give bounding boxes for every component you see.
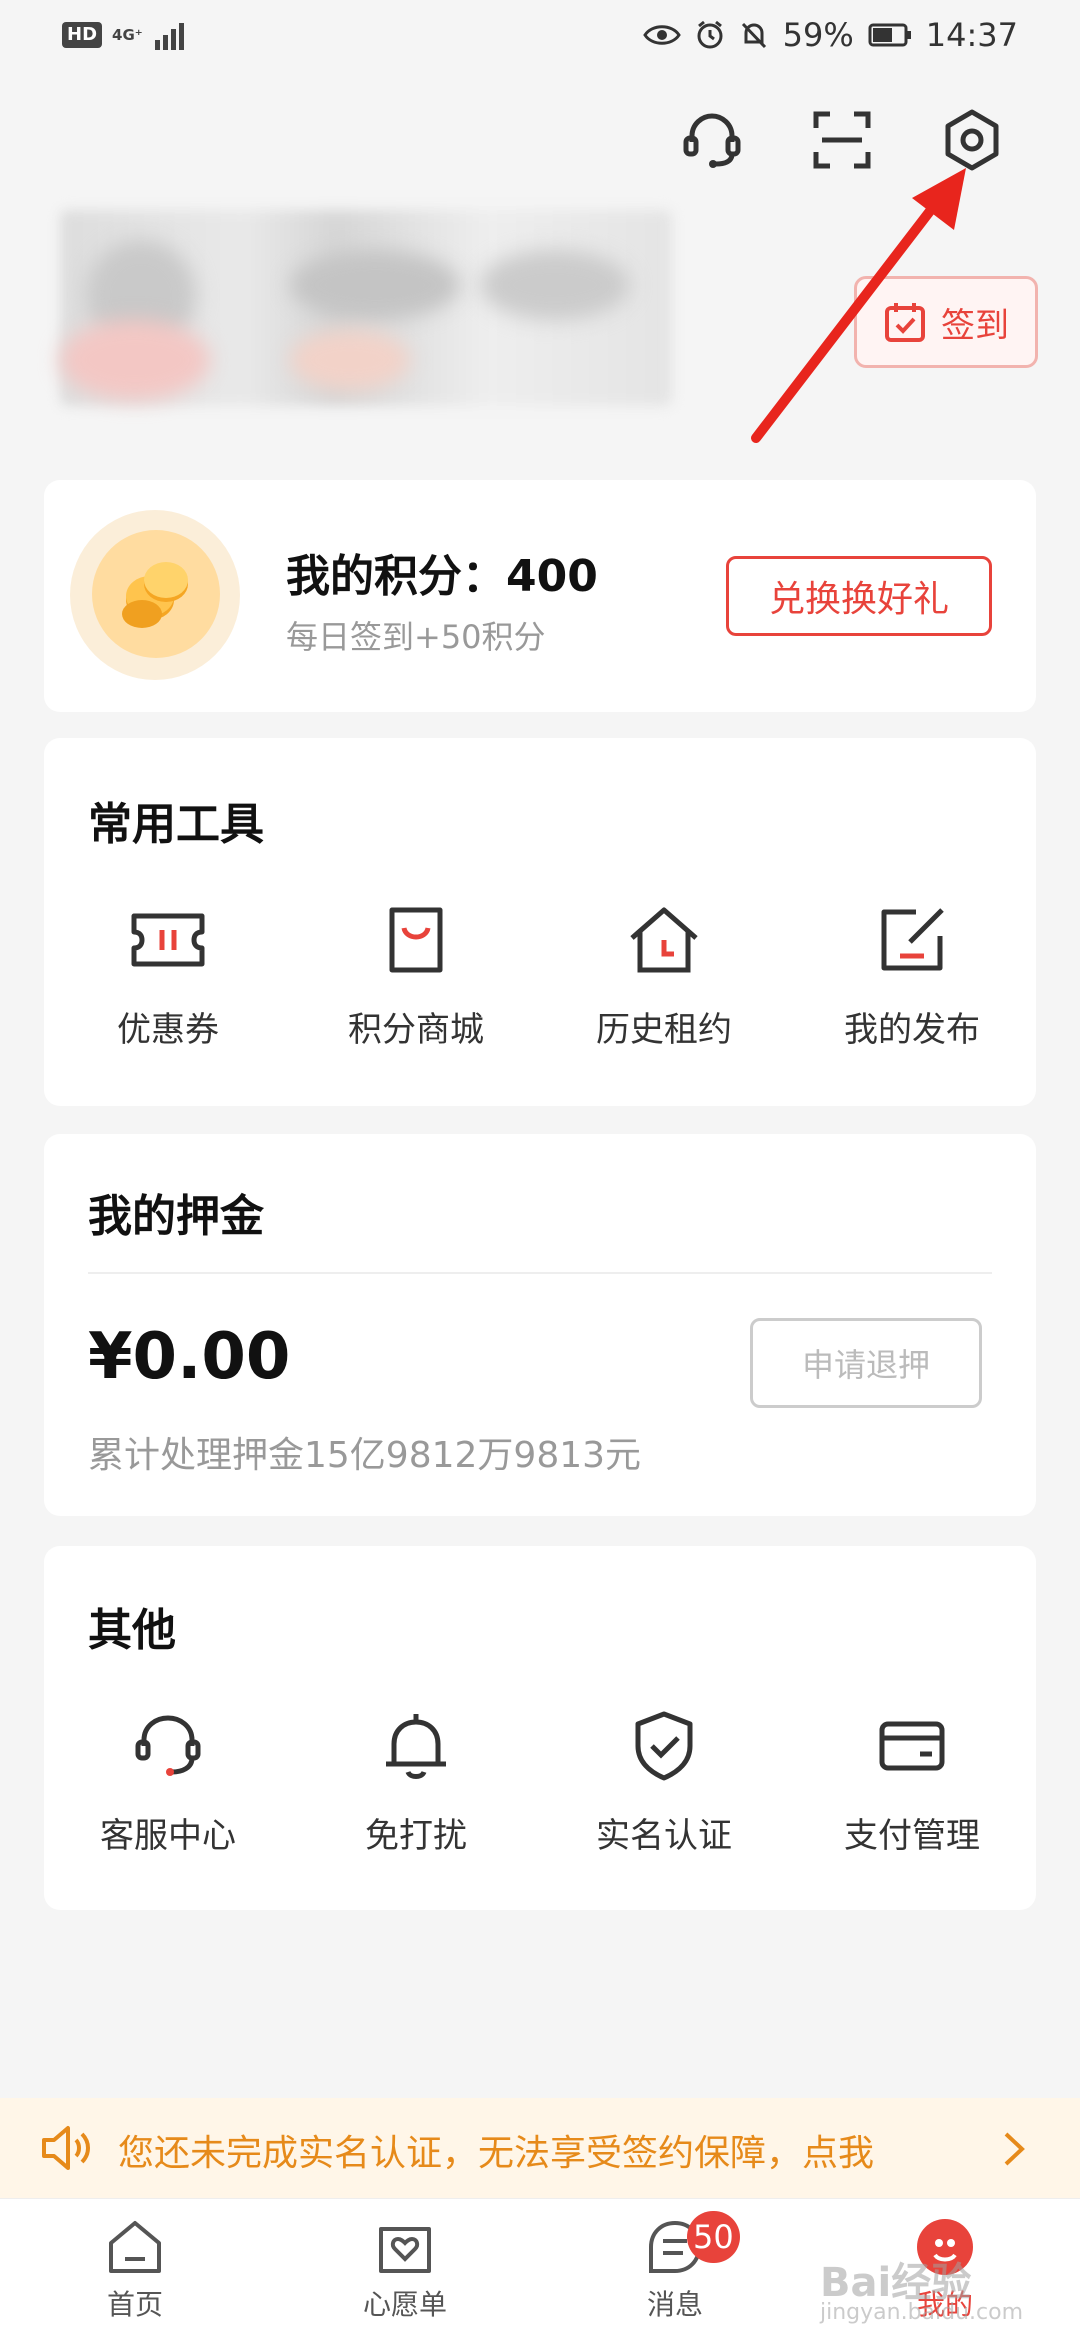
message-badge: 50 — [687, 2211, 740, 2263]
name-blur — [290, 250, 460, 320]
tool-label: 优惠券 — [117, 1010, 219, 1050]
other-label: 实名认证 — [596, 1816, 732, 1856]
other-label: 免打扰 — [365, 1816, 467, 1856]
tab-label: 首页 — [106, 2288, 163, 2321]
support-button[interactable] — [680, 108, 744, 172]
other-customer-service[interactable]: 客服中心 — [44, 1706, 292, 1857]
other-id-verification[interactable]: 实名认证 — [540, 1706, 788, 1857]
edit-icon — [881, 908, 944, 971]
tab-label: 心愿单 — [362, 2288, 447, 2321]
network-label: 4G⁺ — [112, 26, 143, 44]
coin-icon — [92, 530, 220, 658]
hd-badge: HD — [62, 22, 103, 48]
headset-icon — [135, 1715, 201, 1776]
points-title: 我的积分：400 — [286, 551, 598, 602]
headset-icon — [683, 113, 741, 168]
tool-label: 积分商城 — [348, 1010, 484, 1050]
battery-percent: 59% — [782, 16, 854, 54]
tool-my-posts[interactable]: 我的发布 — [788, 900, 1036, 1051]
refund-button[interactable]: 申请退押 — [750, 1318, 982, 1408]
status-bar: HD 4G⁺ 59% 14:37 — [0, 0, 1080, 72]
other-card: 其他 客服中心 免打扰 实名认证 支付管理 — [44, 1546, 1036, 1910]
avatar-blur-tint — [60, 320, 210, 400]
deposit-amount: ¥0.00 — [88, 1320, 291, 1394]
points-card: 我的积分：400 每日签到+50积分 兑换换好礼 — [44, 480, 1036, 712]
deposit-note: 累计处理押金15亿9812万9813元 — [88, 1435, 642, 1476]
tab-wishlist[interactable]: 心愿单 — [305, 2199, 505, 2323]
other-grid: 客服中心 免打扰 实名认证 支付管理 — [44, 1706, 1036, 1857]
signal-icon — [154, 23, 184, 50]
chevron-right-icon — [1004, 2132, 1025, 2166]
tool-coupon[interactable]: 优惠券 — [44, 900, 292, 1051]
tool-lease-history[interactable]: 历史租约 — [540, 900, 788, 1051]
other-do-not-disturb[interactable]: 免打扰 — [292, 1706, 540, 1857]
battery-icon — [868, 23, 911, 47]
mute-bell-icon — [741, 22, 766, 49]
tab-label: 消息 — [646, 2288, 703, 2321]
deposit-title: 我的押金 — [88, 1191, 264, 1242]
status-right: 59% 14:37 — [642, 16, 1018, 54]
other-title: 其他 — [88, 1605, 176, 1656]
home-icon — [109, 2221, 161, 2273]
notice-bar[interactable]: 您还未完成实名认证，无法享受签约保障，点我 — [0, 2098, 1080, 2198]
points-subtitle: 每日签到+50积分 — [286, 618, 546, 656]
other-label: 客服中心 — [100, 1816, 236, 1856]
tools-grid: 优惠券 积分商城 历史租约 我的发布 — [44, 900, 1036, 1051]
deposit-card: 我的押金 ¥0.00 累计处理押金15亿9812万9813元 申请退押 — [44, 1134, 1036, 1516]
tools-card: 常用工具 优惠券 积分商城 历史租约 我的发布 — [44, 738, 1036, 1106]
annotation-arrow — [751, 168, 966, 443]
name-blur-2 — [480, 250, 630, 320]
tools-title: 常用工具 — [88, 799, 264, 850]
tool-label: 历史租约 — [596, 1010, 732, 1050]
shield-check-icon — [635, 1711, 693, 1781]
tab-home[interactable]: 首页 — [35, 2199, 235, 2323]
tool-label: 我的发布 — [844, 1010, 980, 1050]
status-left: HD 4G⁺ — [62, 20, 193, 50]
watermark-sub: jingyan.baidu.com — [820, 2300, 1024, 2325]
tool-points-mall[interactable]: 积分商城 — [292, 900, 540, 1051]
wishlist-icon — [379, 2227, 431, 2273]
house-clock-icon — [630, 907, 698, 973]
tab-messages[interactable]: 消息 50 — [575, 2199, 775, 2323]
card-icon — [879, 1721, 945, 1771]
ticket-icon — [131, 913, 205, 967]
shopping-bag-icon — [389, 907, 443, 973]
eye-icon — [642, 25, 681, 45]
bell-icon — [386, 1714, 446, 1779]
redeem-button[interactable]: 兑换换好礼 — [726, 556, 992, 636]
other-payment-management[interactable]: 支付管理 — [788, 1706, 1036, 1857]
divider — [88, 1272, 992, 1274]
tag-blur — [290, 330, 410, 390]
other-label: 支付管理 — [844, 1816, 980, 1856]
notice-text: 您还未完成实名认证，无法享受签约保障，点我 — [118, 2133, 875, 2174]
alarm-icon — [697, 20, 723, 49]
speaker-icon — [42, 2126, 90, 2170]
clock: 14:37 — [925, 16, 1018, 54]
